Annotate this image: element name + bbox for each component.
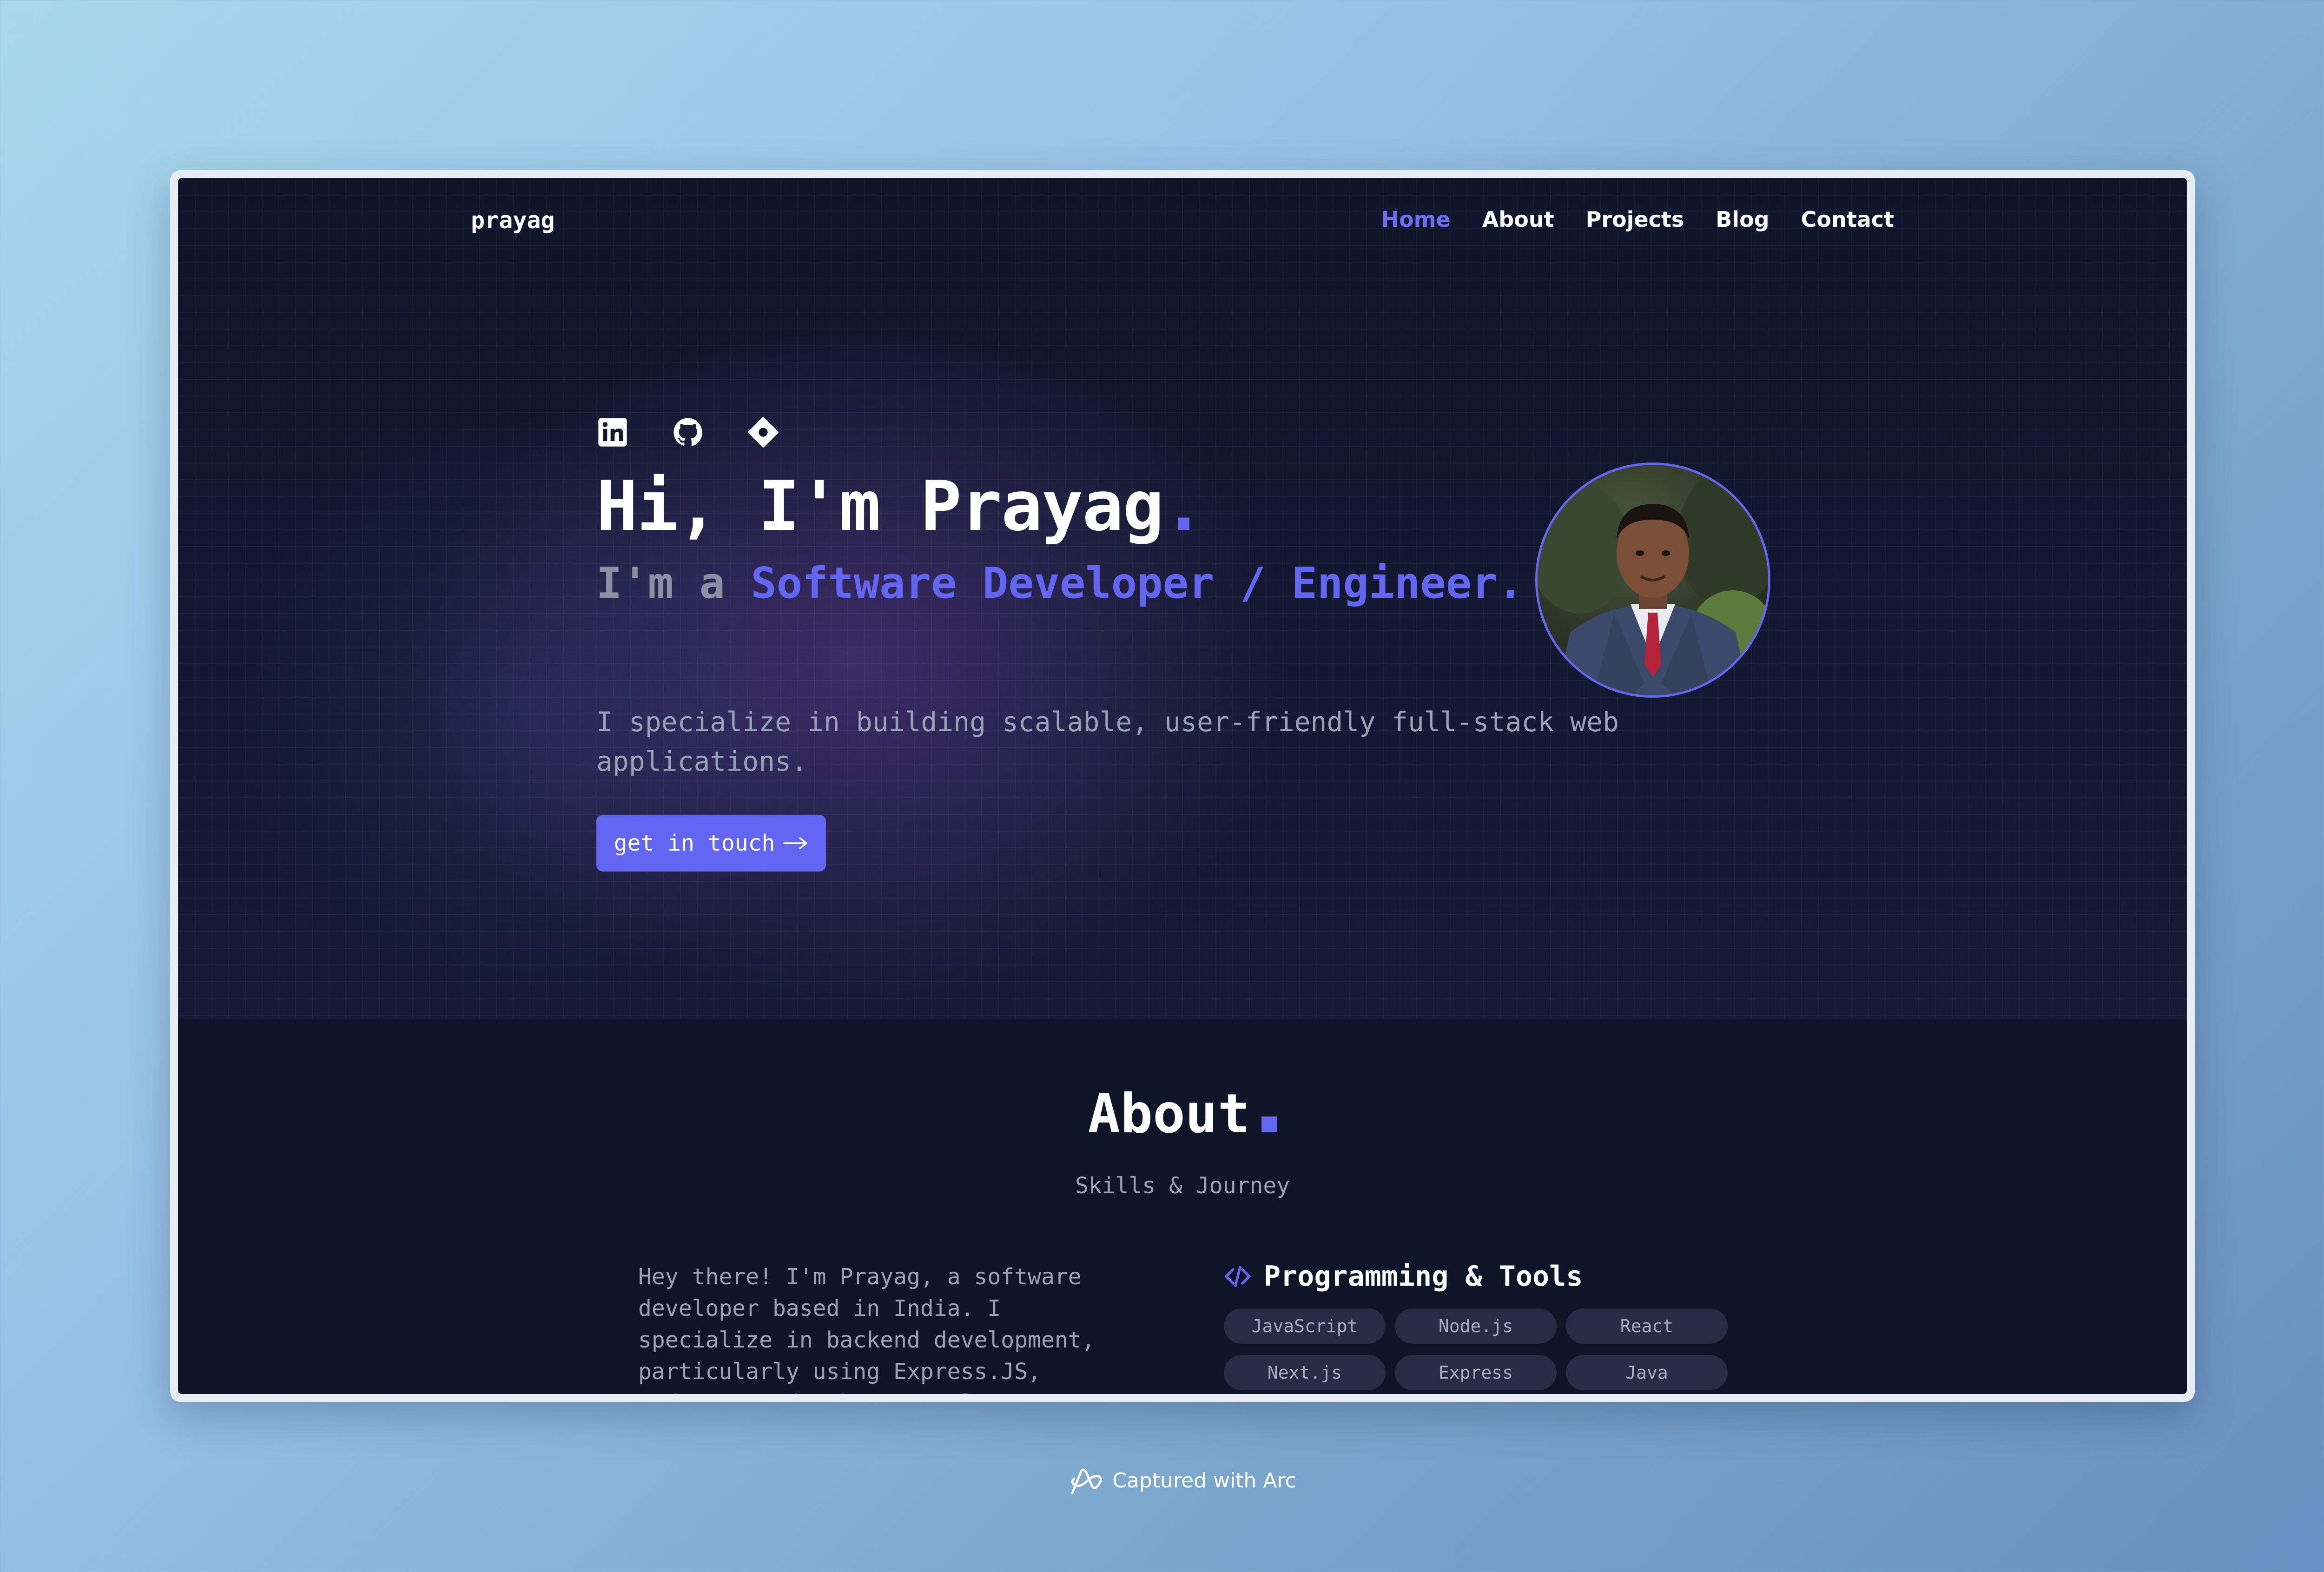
arrow-right-icon (783, 837, 808, 849)
skills-list: JavaScript Node.js React Next.js Express… (1224, 1308, 1744, 1390)
profile-avatar (1535, 462, 1770, 698)
programming-tools-heading: Programming & Tools (1224, 1260, 1583, 1293)
capture-label: Captured with Arc (1112, 1468, 1296, 1493)
about-section-background (178, 1019, 2187, 1394)
nav-link-contact[interactable]: Contact (1801, 207, 1894, 232)
linkedin-icon[interactable] (596, 416, 629, 449)
hero-description: I specialize in building scalable, user-… (596, 706, 1619, 777)
hero-role: I'm a Software Developer / Engineer. (596, 558, 1523, 608)
nav-link-projects[interactable]: Projects (1586, 207, 1684, 232)
skill-chip: Java (1566, 1355, 1728, 1390)
role-prefix: I'm a (596, 558, 751, 608)
skill-chip: JavaScript (1224, 1308, 1386, 1344)
nav-link-blog[interactable]: Blog (1716, 207, 1769, 232)
github-icon[interactable] (672, 416, 704, 449)
main-nav: Home About Projects Blog Contact (1381, 207, 1894, 232)
hero-heading-dot: . (1163, 466, 1204, 546)
cta-label: get in touch (614, 830, 775, 856)
skill-chip: Next.js (1224, 1355, 1386, 1390)
diamond-icon[interactable] (747, 416, 779, 449)
get-in-touch-button[interactable]: get in touch (596, 815, 826, 872)
skill-chip: Express (1395, 1355, 1557, 1390)
arc-logo-icon (1071, 1468, 1103, 1494)
about-subtitle: Skills & Journey (1075, 1173, 1290, 1199)
capture-watermark: Captured with Arc (0, 1465, 2324, 1496)
nav-link-about[interactable]: About (1482, 207, 1554, 232)
profile-photo (1538, 469, 1768, 695)
site-brand[interactable]: prayag (471, 207, 555, 234)
hero-name: Hi, I'm Prayag (596, 466, 1164, 546)
skill-chip: React (1566, 1308, 1728, 1344)
about-heading: About (178, 1083, 2187, 1145)
hero-heading: Hi, I'm Prayag. (596, 466, 1205, 546)
page-viewport: prayag Home About Projects Blog Contact (178, 178, 2187, 1394)
browser-frame: prayag Home About Projects Blog Contact (170, 170, 2195, 1402)
skill-chip: Node.js (1395, 1308, 1557, 1344)
role-title: Software Developer / Engineer. (751, 558, 1524, 608)
social-links (596, 416, 779, 449)
code-icon (1225, 1266, 1251, 1287)
about-title-text: About (1088, 1083, 1250, 1145)
about-bio: Hey there! I'm Prayag, a software develo… (638, 1264, 1095, 1394)
programming-tools-title: Programming & Tools (1264, 1260, 1583, 1293)
nav-link-home[interactable]: Home (1381, 207, 1451, 232)
about-title-square (1261, 1116, 1277, 1132)
